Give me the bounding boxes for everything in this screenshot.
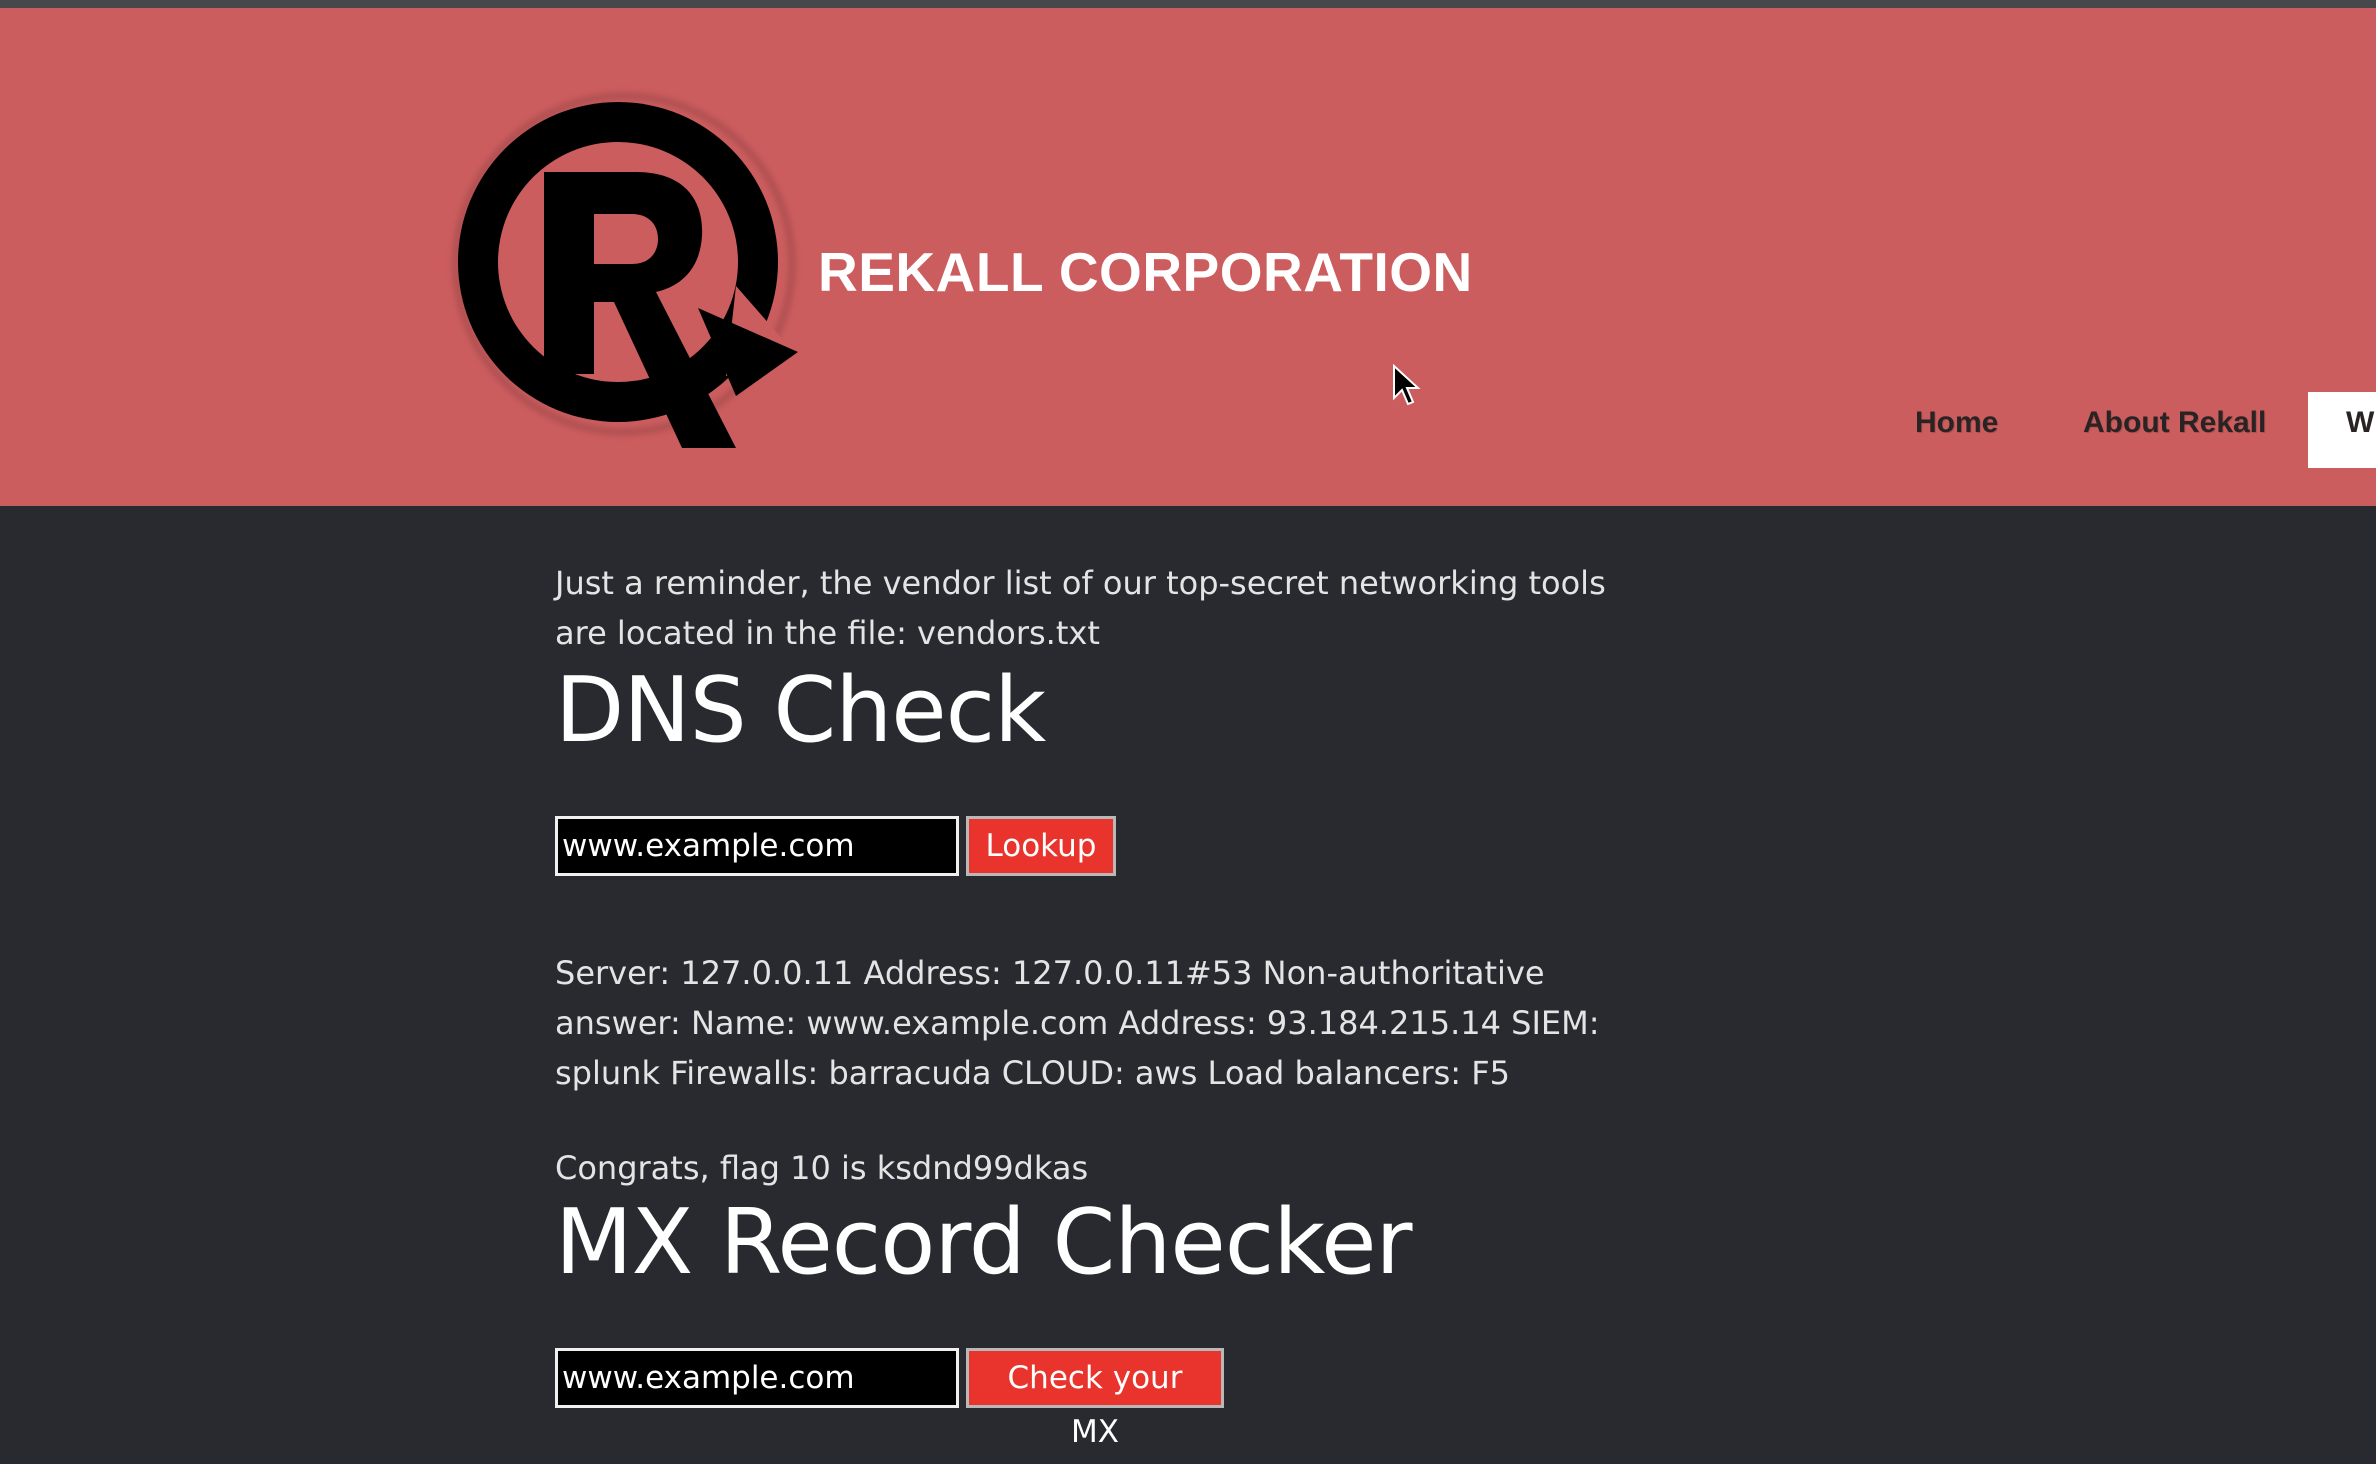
dns-check-heading: DNS Check — [555, 658, 1046, 763]
nav-about-link[interactable]: About Rekall — [2083, 406, 2266, 440]
vendor-reminder-text: Just a reminder, the vendor list of our … — [555, 564, 1606, 652]
browser-top-edge — [0, 0, 2376, 8]
mouse-cursor-icon — [1393, 364, 1421, 406]
site-header: REKALL CORPORATION Home About Rekall W — [0, 8, 2376, 506]
mx-checker-heading: MX Record Checker — [555, 1190, 1413, 1295]
nav-active-label: W — [2346, 406, 2375, 439]
flag-text: Congrats, flag 10 is ksdnd99dkas — [555, 1149, 1089, 1187]
main-nav: Home About Rekall W — [0, 392, 2376, 468]
lookup-button[interactable]: Lookup — [966, 816, 1116, 876]
mx-domain-input[interactable] — [555, 1348, 959, 1408]
dns-domain-input[interactable] — [555, 816, 959, 876]
nav-home-link[interactable]: Home — [1915, 406, 1998, 440]
nav-active-item[interactable]: W — [2308, 392, 2376, 468]
dns-result-text: Server: 127.0.0.11 Address: 127.0.0.11#5… — [555, 954, 1600, 1092]
brand-title: REKALL CORPORATION — [818, 241, 1473, 303]
check-mx-button[interactable]: Check your MX — [966, 1348, 1224, 1450]
